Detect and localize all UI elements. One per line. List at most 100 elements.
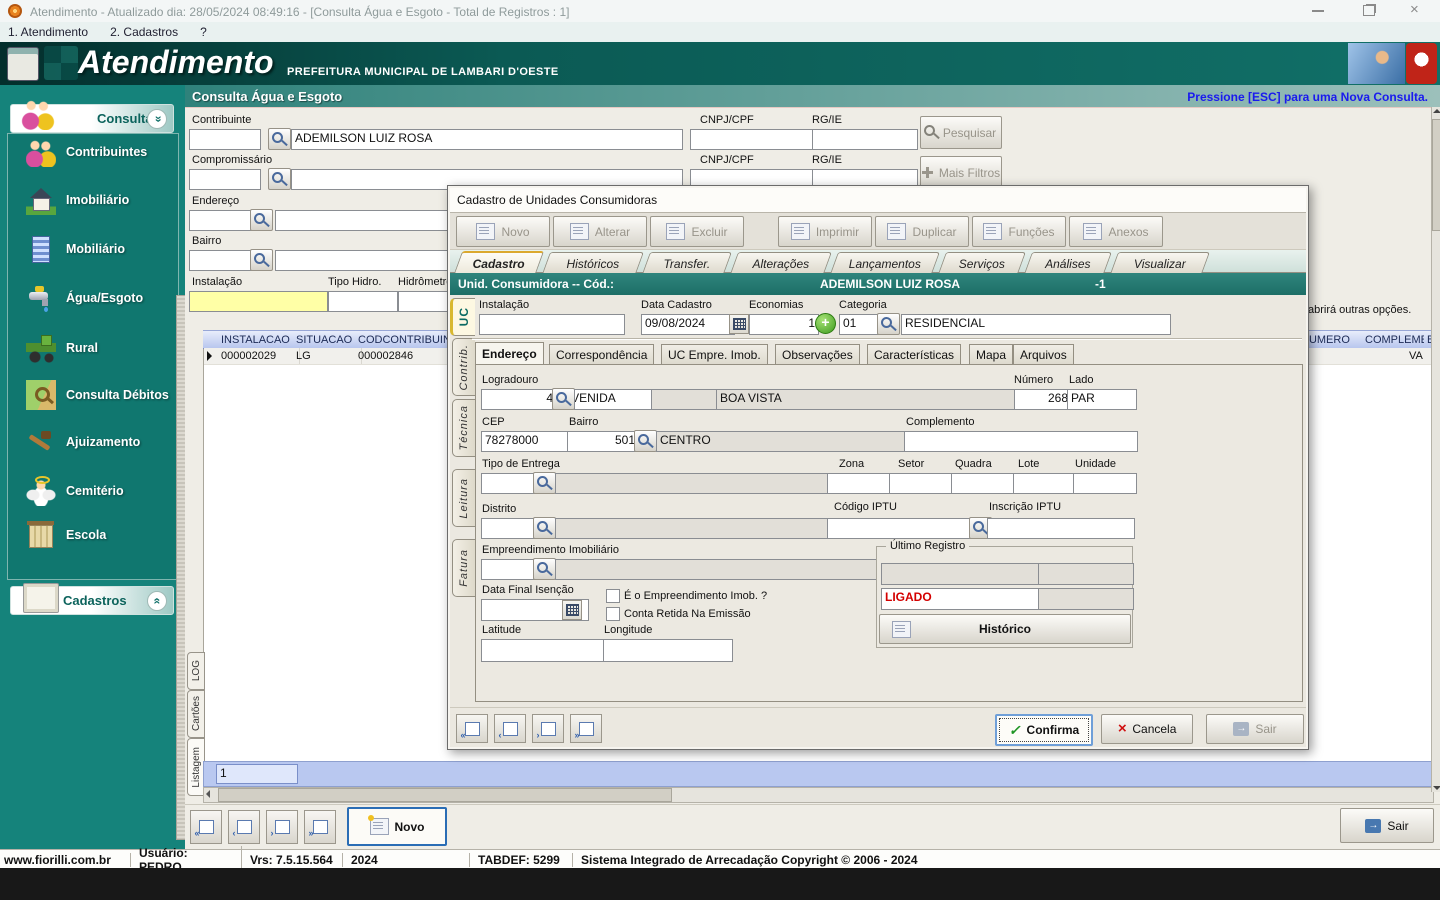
lado-select[interactable]: PAR	[1067, 389, 1137, 410]
scroll-left-arrow[interactable]	[206, 790, 210, 798]
calendar-button[interactable]	[729, 314, 749, 334]
grid-cell-situacao[interactable]: LG	[293, 348, 362, 364]
instalacao-uc-field[interactable]	[479, 314, 625, 335]
dlg-nav-last-button[interactable]: »	[570, 714, 602, 743]
cancela-button[interactable]: ×Cancela	[1101, 714, 1193, 744]
menu-cadastros[interactable]: 2. Cadastros	[110, 25, 178, 39]
tab-historicos[interactable]: Históricos	[542, 252, 644, 274]
tab-analises[interactable]: Análises	[1024, 252, 1112, 274]
contribuinte-cnpj-field[interactable]	[690, 129, 816, 150]
inner-tab-endereco[interactable]: Endereço	[475, 342, 544, 365]
complemento-field[interactable]	[904, 431, 1138, 452]
contribuinte-rg-field[interactable]	[812, 129, 918, 150]
main-sair-button[interactable]: →Sair	[1340, 808, 1434, 843]
toolbar-alterar-button[interactable]: Alterar	[553, 216, 647, 247]
sidebar-item-contribuintes[interactable]: Contribuintes	[26, 136, 176, 168]
inner-tab-correspondencia[interactable]: Correspondência	[549, 344, 654, 365]
tab-log[interactable]: LOG	[187, 652, 205, 690]
horizontal-scrollbar[interactable]	[203, 787, 1434, 803]
compromissario-codigo-field[interactable]	[189, 169, 261, 190]
bairro-nome-dlg-field[interactable]: CENTRO	[656, 431, 908, 452]
vscrollbar-thumb[interactable]	[1432, 119, 1440, 231]
empreendimento-codigo-field[interactable]	[481, 559, 537, 580]
inner-tab-caracteristicas[interactable]: Características	[867, 344, 961, 365]
logradouro-tipo-field[interactable]: AVENIDA	[574, 389, 658, 410]
dlg-nav-prev-button[interactable]: ‹	[494, 714, 526, 743]
toolbar-funcoes-button[interactable]: Funções	[972, 216, 1066, 247]
grid-cell-instalacao[interactable]: 000002029	[218, 348, 300, 364]
distrito-codigo-field[interactable]	[481, 518, 537, 539]
data-cadastro-field[interactable]: 09/08/2024	[641, 314, 735, 335]
tab-servicos[interactable]: Serviços	[938, 252, 1026, 274]
latitude-field[interactable]	[481, 639, 607, 662]
dlg-nav-next-button[interactable]: ›	[532, 714, 564, 743]
side-tab-fatura[interactable]: Fatura	[452, 539, 475, 597]
logradouro-nome-field[interactable]: BOA VISTA	[716, 389, 1016, 410]
toolbar-excluir-button[interactable]: Excluir	[650, 216, 744, 247]
endereco-search-button[interactable]	[250, 209, 273, 231]
isencao-calendar-button[interactable]	[562, 600, 582, 620]
empreendimento-checkbox[interactable]	[606, 589, 620, 603]
confirma-button[interactable]: ✓Confirma	[995, 714, 1093, 746]
scrollbar-thumb[interactable]	[218, 788, 672, 802]
categoria-search-button[interactable]	[877, 313, 900, 335]
conta-retida-checkbox[interactable]	[606, 607, 620, 621]
sidebar-item-ajuizamento[interactable]: Ajuizamento	[26, 426, 176, 458]
tab-cadastro[interactable]: Cadastro	[454, 251, 544, 274]
bairro-codigo-field[interactable]	[189, 250, 253, 271]
inner-tab-mapa[interactable]: Mapa	[969, 344, 1013, 365]
grid-col-instalacao[interactable]: INSTALACAO	[218, 330, 300, 349]
restore-button[interactable]	[1363, 5, 1375, 16]
instalacao-field[interactable]	[189, 291, 328, 312]
sidebar-item-escola[interactable]: Escola	[26, 519, 176, 551]
grid-col-situacao[interactable]: SITUACAO	[293, 330, 362, 349]
cep-field[interactable]: 78278000	[481, 431, 569, 452]
close-button[interactable]: ×	[1410, 1, 1419, 18]
novo-button[interactable]: Novo	[347, 807, 447, 846]
grid-cell-codcontribuinte[interactable]: 000002846	[355, 348, 452, 364]
vertical-scrollbar[interactable]	[1431, 107, 1440, 792]
dlg-nav-first-button[interactable]: «	[456, 714, 488, 743]
inner-tab-observacoes[interactable]: Observações	[775, 344, 860, 365]
lote-field[interactable]	[1013, 473, 1077, 494]
nav-last-button[interactable]: »	[304, 810, 336, 844]
sidebar-item-rural[interactable]: Rural	[26, 332, 176, 364]
sidebar-item-agua-esgoto[interactable]: Água/Esgoto	[26, 282, 176, 314]
scroll-down-arrow[interactable]	[1433, 786, 1440, 790]
distrito-search-button[interactable]	[533, 517, 556, 539]
toolbar-duplicar-button[interactable]: Duplicar	[875, 216, 969, 247]
empreendimento-search-button[interactable]	[533, 558, 556, 580]
add-economia-button[interactable]: +	[815, 313, 836, 334]
inscricao-iptu-field[interactable]	[987, 518, 1135, 539]
compromissario-search-button[interactable]	[268, 168, 291, 190]
tab-cartoes[interactable]: Cartões	[187, 690, 205, 738]
codigo-iptu-field[interactable]	[827, 518, 975, 539]
contribuinte-search-button[interactable]	[268, 128, 291, 150]
menu-help[interactable]: ?	[200, 25, 207, 39]
grid-col-complemento[interactable]: COMPLEMENTO	[1362, 330, 1431, 349]
sidebar-item-imobiliario[interactable]: Imobiliário	[26, 184, 176, 216]
sidebar-item-cemiterio[interactable]: Cemitério	[26, 475, 176, 507]
zona-field[interactable]	[827, 473, 893, 494]
toolbar-novo-button[interactable]: Novo	[456, 216, 550, 247]
unidade-field[interactable]	[1073, 473, 1137, 494]
side-tab-tecnica[interactable]: Técnica	[452, 399, 475, 457]
sidebar-group-cadastros[interactable]: Cadastros «	[10, 586, 174, 615]
scroll-up-arrow[interactable]	[1433, 109, 1440, 113]
tab-transfer[interactable]: Transfer.	[642, 252, 732, 274]
chevron-down-icon[interactable]: «	[147, 591, 167, 611]
endereco-codigo-field[interactable]	[189, 210, 253, 231]
nav-prev-button[interactable]: ‹	[228, 810, 260, 844]
dlg-sair-button[interactable]: →Sair	[1206, 714, 1304, 744]
toolbar-anexos-button[interactable]: Anexos	[1069, 216, 1163, 247]
bairro-codigo-dlg-field[interactable]: 501	[567, 431, 639, 452]
minimize-button[interactable]	[1312, 10, 1324, 12]
logradouro-search-button[interactable]	[552, 388, 575, 410]
contribuinte-codigo-field[interactable]	[189, 129, 261, 150]
tab-lancamentos[interactable]: Lançamentos	[830, 252, 940, 274]
tab-visualizar[interactable]: Visualizar	[1110, 252, 1210, 274]
contribuinte-nome-field[interactable]: ADEMILSON LUIZ ROSA	[291, 129, 683, 150]
side-tab-uc[interactable]: UC	[450, 298, 475, 336]
page-number-field[interactable]: 1	[216, 764, 298, 784]
pesquisar-button[interactable]: Pesquisar	[920, 116, 1002, 149]
